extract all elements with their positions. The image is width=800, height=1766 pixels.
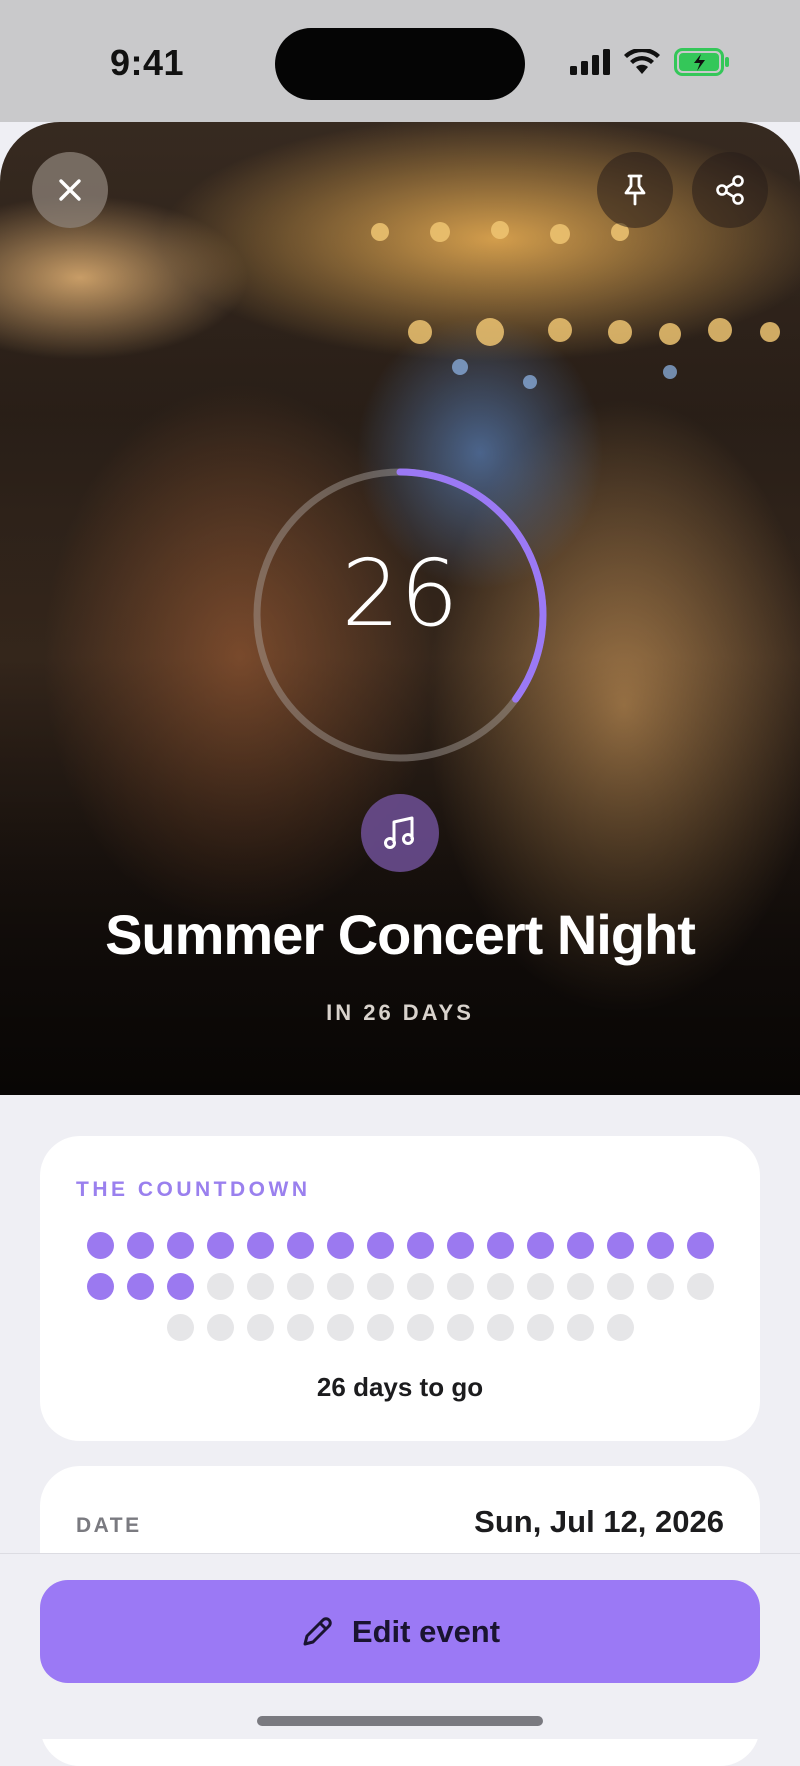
countdown-dot-remaining [526, 1314, 554, 1341]
days-to-go-text: 26 days to go [316, 1372, 484, 1402]
countdown-dot-remaining [246, 1314, 274, 1341]
event-hero-image: 26 Summer Concert Night IN 26 DAYS [0, 122, 800, 1095]
countdown-dot-elapsed [286, 1232, 314, 1259]
countdown-dot-elapsed [566, 1232, 594, 1259]
countdown-dot-elapsed [526, 1232, 554, 1259]
countdown-dot-remaining [406, 1314, 434, 1341]
countdown-dot-elapsed [166, 1273, 194, 1300]
countdown-dot-row [40, 1232, 760, 1259]
countdown-dot-grid [40, 1232, 760, 1355]
bottom-action-bar: Edit event [0, 1553, 800, 1739]
countdown-dot-remaining [646, 1273, 674, 1300]
dynamic-island [275, 28, 525, 100]
countdown-dot-elapsed [206, 1232, 234, 1259]
countdown-dot-remaining [326, 1273, 354, 1300]
countdown-card: THE COUNTDOWN 26 days to go [40, 1136, 760, 1441]
category-badge [361, 794, 439, 872]
countdown-dot-remaining [406, 1273, 434, 1300]
countdown-dot-elapsed [446, 1232, 474, 1259]
countdown-dot-remaining [606, 1273, 634, 1300]
status-bar: 9:41 [0, 0, 800, 122]
countdown-dot-remaining [246, 1273, 274, 1300]
countdown-dot-remaining [566, 1273, 594, 1300]
close-icon [59, 179, 81, 201]
status-icons [570, 48, 730, 76]
countdown-dot-elapsed [646, 1232, 674, 1259]
countdown-dot-remaining [686, 1273, 714, 1300]
countdown-dot-remaining [286, 1273, 314, 1300]
countdown-dot-remaining [166, 1314, 194, 1341]
pin-button[interactable] [597, 152, 673, 228]
countdown-dot-elapsed [686, 1232, 714, 1259]
countdown-dot-remaining [206, 1273, 234, 1300]
countdown-dot-remaining [606, 1314, 634, 1341]
edit-event-button[interactable]: Edit event [40, 1580, 760, 1683]
countdown-dot-elapsed [246, 1232, 274, 1259]
countdown-dot-remaining [526, 1273, 554, 1300]
event-countdown-subtitle: IN 26 DAYS [326, 1000, 474, 1025]
countdown-dot-elapsed [86, 1232, 114, 1259]
countdown-dot-remaining [286, 1314, 314, 1341]
countdown-dot-row [40, 1314, 760, 1341]
status-time: 9:41 [110, 42, 185, 83]
countdown-dot-elapsed [86, 1273, 114, 1300]
countdown-dot-elapsed [326, 1232, 354, 1259]
share-icon [716, 175, 744, 205]
event-title: Summer Concert Night [105, 903, 696, 966]
countdown-dot-remaining [486, 1314, 514, 1341]
share-button[interactable] [692, 152, 768, 228]
pin-icon [624, 174, 646, 206]
countdown-dot-elapsed [126, 1232, 154, 1259]
edit-event-label: Edit event [351, 1613, 501, 1649]
countdown-dot-row [40, 1273, 760, 1300]
signal-icon [570, 49, 610, 75]
countdown-dot-remaining [366, 1273, 394, 1300]
countdown-dot-remaining [566, 1314, 594, 1341]
countdown-dot-remaining [326, 1314, 354, 1341]
countdown-card-label: THE COUNTDOWN [76, 1178, 311, 1201]
date-value: Sun, Jul 12, 2026 [474, 1504, 724, 1539]
countdown-dot-remaining [446, 1273, 474, 1300]
home-indicator [257, 1716, 543, 1726]
countdown-dot-elapsed [166, 1232, 194, 1259]
music-note-icon [384, 816, 414, 849]
countdown-dot-elapsed [406, 1232, 434, 1259]
countdown-dot-elapsed [486, 1232, 514, 1259]
countdown-dot-remaining [446, 1314, 474, 1341]
countdown-dot-elapsed [366, 1232, 394, 1259]
pencil-icon [303, 1616, 332, 1645]
countdown-number: 26 [341, 540, 459, 647]
countdown-dot-remaining [486, 1273, 514, 1300]
countdown-dot-elapsed [606, 1232, 634, 1259]
countdown-dot-elapsed [126, 1273, 154, 1300]
wifi-icon [624, 49, 660, 74]
date-label: DATE [76, 1514, 142, 1537]
countdown-dot-remaining [206, 1314, 234, 1341]
countdown-dot-remaining [366, 1314, 394, 1341]
close-button[interactable] [32, 152, 108, 228]
battery-icon [674, 48, 729, 76]
